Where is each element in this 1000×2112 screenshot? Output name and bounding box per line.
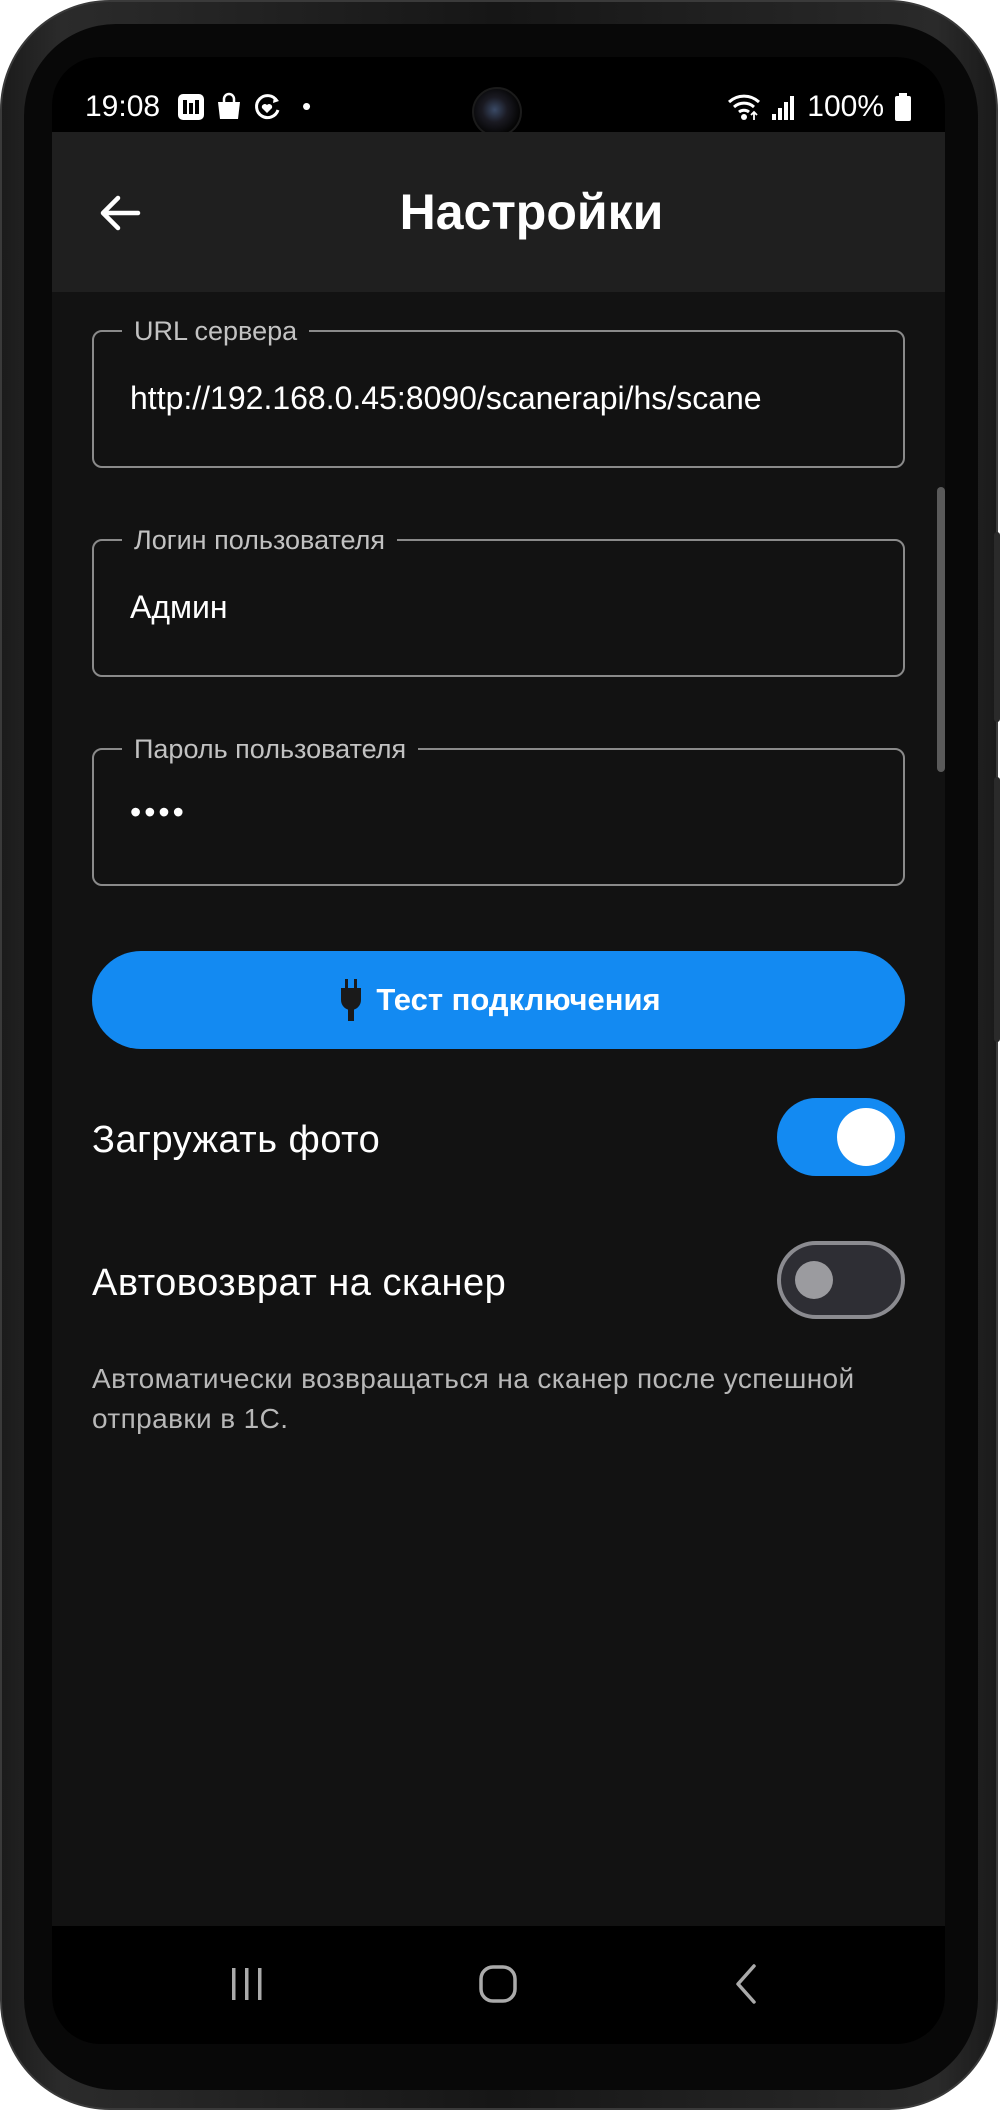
front-camera (472, 87, 522, 137)
app-bar: Настройки (52, 132, 945, 292)
switch-knob (837, 1108, 895, 1166)
test-connection-button[interactable]: Тест подключения (92, 951, 905, 1049)
page-title: Настройки (399, 184, 664, 240)
scrollbar[interactable] (937, 487, 945, 772)
plug-icon (341, 979, 362, 1021)
auto-return-description: Автоматически возвращаться на сканер пос… (92, 1363, 855, 1434)
upload-photo-switch[interactable] (777, 1098, 905, 1176)
password-input[interactable]: •••• (130, 792, 867, 832)
upload-photo-row: Загружать фото (92, 1098, 905, 1180)
login-field[interactable]: Логин пользователя Админ (92, 523, 905, 677)
status-system-icons: 100% (727, 89, 912, 125)
shopping-bag-icon (218, 92, 240, 119)
battery-percent: 100% (807, 90, 884, 123)
heart-sync-icon (255, 93, 280, 119)
side-button-volume (994, 532, 1000, 722)
screen: 19:08 • 100% Настройки URL сервера http:… (52, 57, 945, 2044)
signal-icon (772, 96, 795, 120)
auto-return-row: Автовозврат на сканер (92, 1241, 905, 1323)
auto-return-label: Автовозврат на сканер (92, 1262, 507, 1304)
phone-frame: 19:08 • 100% Настройки URL сервера http:… (0, 0, 1000, 2110)
recent-apps-icon (232, 1968, 262, 2000)
server-url-input[interactable]: http://192.168.0.45:8090/scanerapi/hs/sc… (130, 378, 867, 418)
system-back-button[interactable] (713, 1954, 783, 2014)
battery-icon (895, 93, 911, 121)
server-url-field[interactable]: URL сервера http://192.168.0.45:8090/sca… (92, 314, 905, 468)
navigation-bar (52, 1926, 945, 2044)
login-label: Логин пользователя (122, 523, 398, 557)
wifi-icon (728, 94, 761, 120)
auto-return-switch[interactable] (777, 1241, 905, 1319)
home-button[interactable] (463, 1954, 533, 2014)
home-icon (479, 1965, 517, 2003)
status-bar: 19:08 • 100% (52, 57, 945, 137)
test-connection-label: Тест подключения (376, 982, 661, 1017)
password-label: Пароль пользователя (122, 732, 419, 766)
password-field[interactable]: Пароль пользователя •••• (92, 732, 905, 886)
server-url-label: URL сервера (122, 314, 310, 348)
switch-knob (795, 1261, 833, 1299)
status-dot: • (302, 91, 312, 121)
upload-photo-label: Загружать фото (92, 1119, 381, 1161)
status-notification-icons: • (176, 91, 311, 122)
status-time: 19:08 (85, 90, 161, 123)
back-icon (736, 1964, 756, 2004)
side-button-power (994, 777, 1000, 1042)
login-input[interactable]: Админ (130, 587, 867, 627)
recent-apps-button[interactable] (212, 1954, 282, 2014)
sim-card-icon (178, 93, 204, 120)
